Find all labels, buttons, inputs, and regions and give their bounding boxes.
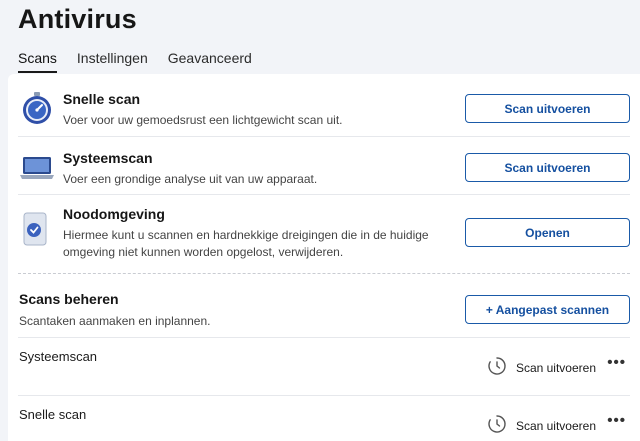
- laptop-icon: [20, 155, 54, 186]
- tab-scans[interactable]: Scans: [18, 50, 57, 73]
- more-options-icon[interactable]: •••: [607, 412, 626, 429]
- system-scan-row: Systeemscan Voer een grondige analyse ui…: [18, 137, 630, 195]
- tab-instellingen[interactable]: Instellingen: [77, 50, 148, 72]
- page-title: Antivirus: [18, 4, 137, 34]
- more-options-icon[interactable]: •••: [607, 354, 626, 371]
- scheduled-scan-item: Systeemscan Scan uitvoeren •••: [18, 337, 630, 395]
- quick-scan-description: Voer voor uw gemoedsrust een lichtgewich…: [63, 113, 343, 127]
- rescue-environment-open-button[interactable]: Openen: [465, 218, 630, 247]
- rescue-environment-description-line1: Hiermee kunt u scannen en hardnekkige dr…: [63, 228, 429, 242]
- system-scan-title: Systeemscan: [63, 150, 153, 166]
- rescue-environment-row: Noodomgeving Hiermee kunt u scannen en h…: [18, 195, 630, 267]
- scheduled-scan-run-label: Scan uitvoeren: [515, 418, 596, 433]
- rescue-disk-icon: [23, 212, 47, 251]
- scheduled-scan-run[interactable]: Scan uitvoeren: [487, 414, 596, 437]
- rescue-environment-description-line2: omgeving niet kunnen worden opgelost, ve…: [63, 245, 344, 259]
- scheduled-scan-name: Snelle scan: [19, 407, 87, 422]
- rescue-environment-title: Noodomgeving: [63, 206, 165, 222]
- scheduled-scan-run[interactable]: Scan uitvoeren: [487, 356, 596, 379]
- stopwatch-icon: [20, 91, 54, 130]
- system-scan-description: Voer een grondige analyse uit van uw app…: [63, 172, 318, 186]
- section-divider: [18, 273, 630, 274]
- manage-scans-title: Scans beheren: [19, 291, 119, 307]
- scans-panel: Snelle scan Voer voor uw gemoedsrust een…: [8, 74, 640, 441]
- quick-scan-run-button[interactable]: Scan uitvoeren: [465, 94, 630, 123]
- manage-scans-description: Scantaken aanmaken en inplannen.: [19, 314, 211, 328]
- tab-bar: Scans Instellingen Geavanceerd: [18, 50, 252, 73]
- scheduled-scan-run-label: Scan uitvoeren: [515, 360, 596, 375]
- quick-scan-title: Snelle scan: [63, 91, 141, 107]
- scheduled-scan-name: Systeemscan: [19, 349, 98, 364]
- quick-scan-row: Snelle scan Voer voor uw gemoedsrust een…: [18, 74, 630, 137]
- scheduled-scan-item: Snelle scan Scan uitvoeren •••: [18, 395, 630, 441]
- custom-scan-button[interactable]: + Aangepast scannen: [465, 295, 630, 324]
- tab-geavanceerd[interactable]: Geavanceerd: [168, 50, 252, 72]
- history-clock-icon: [487, 356, 507, 379]
- system-scan-run-button[interactable]: Scan uitvoeren: [465, 153, 630, 182]
- history-clock-icon: [487, 414, 507, 437]
